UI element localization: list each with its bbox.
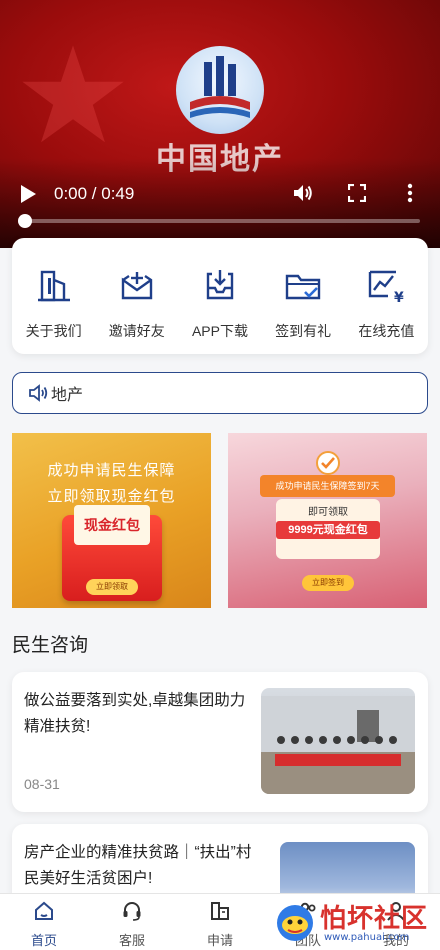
banner-checkin-button[interactable]: 立即签到 — [302, 575, 354, 591]
banner-checkin-redpacket[interactable]: 成功申请民生保障签到7天 即可领取 9999元现金红包 立即签到 — [228, 433, 427, 608]
download-tray-icon — [206, 270, 234, 300]
menu-label: 邀请好友 — [108, 323, 165, 339]
nav-label: 申请 — [206, 933, 233, 948]
banner-line-1: 成功申请民生保障 — [47, 462, 176, 479]
menu-about-us[interactable]: 关于我们 — [14, 266, 94, 354]
headset-icon — [123, 902, 141, 921]
news-title: 做公益要落到实处,卓越集团助力精准扶贫! — [24, 692, 246, 735]
quick-menu: 关于我们 邀请好友 APP下载 签到有礼 ¥ 在线充值 — [12, 238, 428, 354]
menu-invite-friends[interactable]: 邀请好友 — [97, 266, 177, 354]
video-player[interactable]: 中国地产 0:00 / 0:49 — [0, 0, 440, 248]
watermark-text: 怕坏社区 — [320, 904, 429, 934]
news-date: 08-31 — [24, 776, 60, 792]
company-logo — [176, 46, 264, 134]
mail-plus-icon — [121, 272, 152, 300]
speaker-icon — [29, 384, 48, 402]
banner-claim-button[interactable]: 立即领取 — [86, 579, 138, 595]
menu-app-download[interactable]: APP下载 — [180, 266, 260, 354]
banner-cash-redpacket[interactable]: 成功申请民生保障 立即领取现金红包 现金红包 立即领取 — [12, 433, 211, 608]
play-icon[interactable] — [18, 183, 38, 205]
menu-checkin-reward[interactable]: 签到有礼 — [263, 266, 343, 354]
watermark-url: www.pahuai.com — [324, 932, 410, 943]
yuan-chart-icon: ¥ — [369, 270, 404, 306]
news-title: 房产企业的精准扶贫路｜“扶出”村民美好生活贫困户! — [24, 844, 252, 887]
svg-text:¥: ¥ — [394, 290, 404, 306]
nav-customer-service[interactable]: 客服 — [92, 894, 172, 950]
nav-apply[interactable]: 申请 — [180, 894, 260, 950]
building-icon — [37, 270, 70, 302]
home-icon — [35, 901, 53, 920]
section-title: 民生咨询 — [12, 635, 89, 656]
notice-text: 地产 — [51, 387, 84, 404]
nav-label: 客服 — [118, 933, 145, 948]
menu-label: 签到有礼 — [275, 323, 332, 339]
more-options-icon[interactable] — [404, 182, 416, 204]
watermark-logo: 怕坏社区 www.pahuai.com — [272, 896, 438, 948]
menu-label: APP下载 — [191, 323, 248, 339]
nav-label: 首页 — [30, 933, 57, 948]
banner-line-1: 即可领取 — [308, 507, 348, 518]
volume-icon[interactable] — [292, 182, 314, 204]
notice-bar[interactable]: 地产 — [12, 372, 428, 414]
check-badge-icon — [316, 451, 340, 475]
menu-label: 关于我们 — [25, 323, 82, 339]
banner-ribbon: 成功申请民生保障签到7天 — [260, 475, 395, 497]
fullscreen-icon[interactable] — [348, 184, 366, 202]
news-card[interactable]: 做公益要落到实处,卓越集团助力精准扶贫! 08-31 — [12, 672, 428, 812]
folder-check-icon — [285, 274, 321, 300]
news-thumbnail — [261, 688, 415, 794]
banner-card-text: 现金红包 — [74, 505, 150, 545]
banner-line-2: 立即领取现金红包 — [47, 488, 176, 505]
video-time: 0:00 / 0:49 — [54, 184, 135, 203]
document-icon — [211, 902, 229, 920]
menu-label: 在线充值 — [358, 323, 415, 339]
nav-home[interactable]: 首页 — [4, 894, 84, 950]
video-progress-bar[interactable] — [18, 214, 420, 228]
progress-knob[interactable] — [18, 214, 32, 228]
menu-online-recharge[interactable]: ¥ 在线充值 — [346, 266, 426, 354]
banner-line-2: 9999元现金红包 — [276, 521, 380, 539]
